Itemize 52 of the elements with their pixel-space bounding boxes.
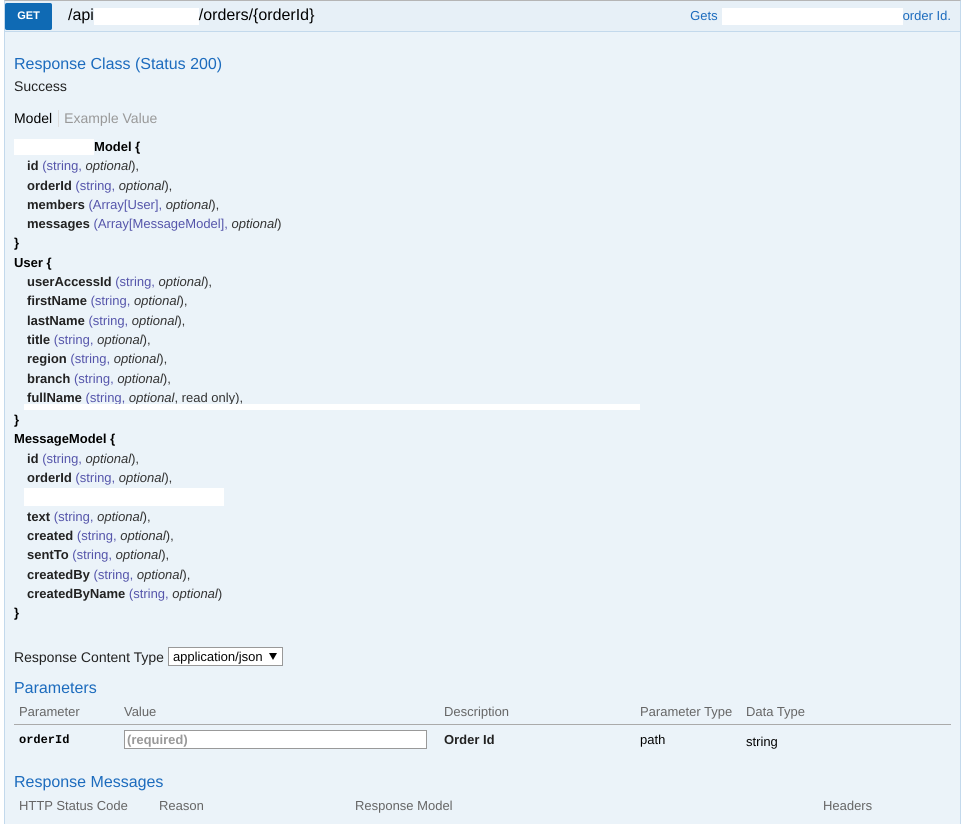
property-line: text (string, optional),: [27, 508, 151, 526]
property-line: orderId (string, optional),: [27, 469, 172, 488]
model-tab[interactable]: Model: [14, 110, 58, 127]
property-line: userAccessId (string, optional),: [27, 273, 212, 292]
parameter-description: Order Id: [444, 732, 495, 748]
section-heading: Parameters: [14, 679, 97, 698]
property-line: id (string, optional),: [27, 157, 140, 176]
property-line: region (string, optional),: [27, 350, 168, 368]
property-line: sentTo (string, optional),: [27, 546, 170, 564]
model-brace: }: [14, 411, 20, 430]
section-heading: Response Class (Status 200): [14, 55, 222, 74]
table-cell: string: [746, 734, 778, 749]
section-heading: Response Messages: [14, 773, 164, 792]
property-line: branch (string, optional),: [27, 370, 171, 388]
column-header: Response Model: [354, 797, 453, 816]
column-header: Headers: [822, 797, 872, 816]
field-label: Response Content Type: [14, 648, 164, 665]
summary-text[interactable]: order Id.: [902, 8, 951, 24]
property-line: members (Array[User], optional),: [27, 196, 220, 214]
property-line: firstName (string, optional),: [27, 292, 188, 310]
column-header: Data Type: [745, 703, 806, 722]
parameter-name: orderId: [19, 732, 70, 747]
value-input[interactable]: (required): [124, 730, 427, 750]
caret-icon: [268, 653, 277, 660]
status-description: Success: [14, 78, 67, 95]
model-brace: }: [14, 604, 20, 622]
column-header: Parameter: [18, 703, 80, 722]
property-line: created (string, optional),: [27, 526, 174, 545]
column-header: Value: [123, 703, 156, 722]
column-header: Description: [443, 703, 510, 722]
endpoint-path[interactable]: /orders/{orderId}: [198, 6, 314, 26]
property-line: createdBy (string, optional),: [27, 566, 190, 584]
property-line: fullName (string, optional, read only),: [27, 388, 244, 407]
column-header: Parameter Type: [639, 703, 732, 722]
summary-text[interactable]: Gets: [690, 8, 718, 24]
property-line: id (string, optional),: [27, 450, 140, 468]
property-line: messages (Array[MessageModel], optional): [27, 215, 282, 234]
property-line: lastName (string, optional),: [27, 312, 186, 330]
property-line: createdByName (string, optional): [27, 584, 222, 603]
operation-header[interactable]: GET /api /orders/{orderId} Gets order Id.: [4, 0, 961, 32]
content-type-select[interactable]: application/json: [168, 647, 283, 666]
method-tag[interactable]: GET: [5, 2, 52, 30]
property-line: title (string, optional),: [27, 330, 151, 349]
property-line: orderId (string, optional),: [27, 176, 172, 195]
model-name: Model {: [94, 138, 140, 156]
column-header: HTTP Status Code: [18, 797, 128, 816]
model-name: User {: [14, 254, 52, 272]
column-header: Reason: [158, 797, 204, 816]
endpoint-path[interactable]: /api: [68, 6, 94, 26]
table-cell: path: [640, 732, 666, 748]
model-name: MessageModel {: [14, 430, 116, 448]
model-brace: }: [14, 234, 20, 252]
